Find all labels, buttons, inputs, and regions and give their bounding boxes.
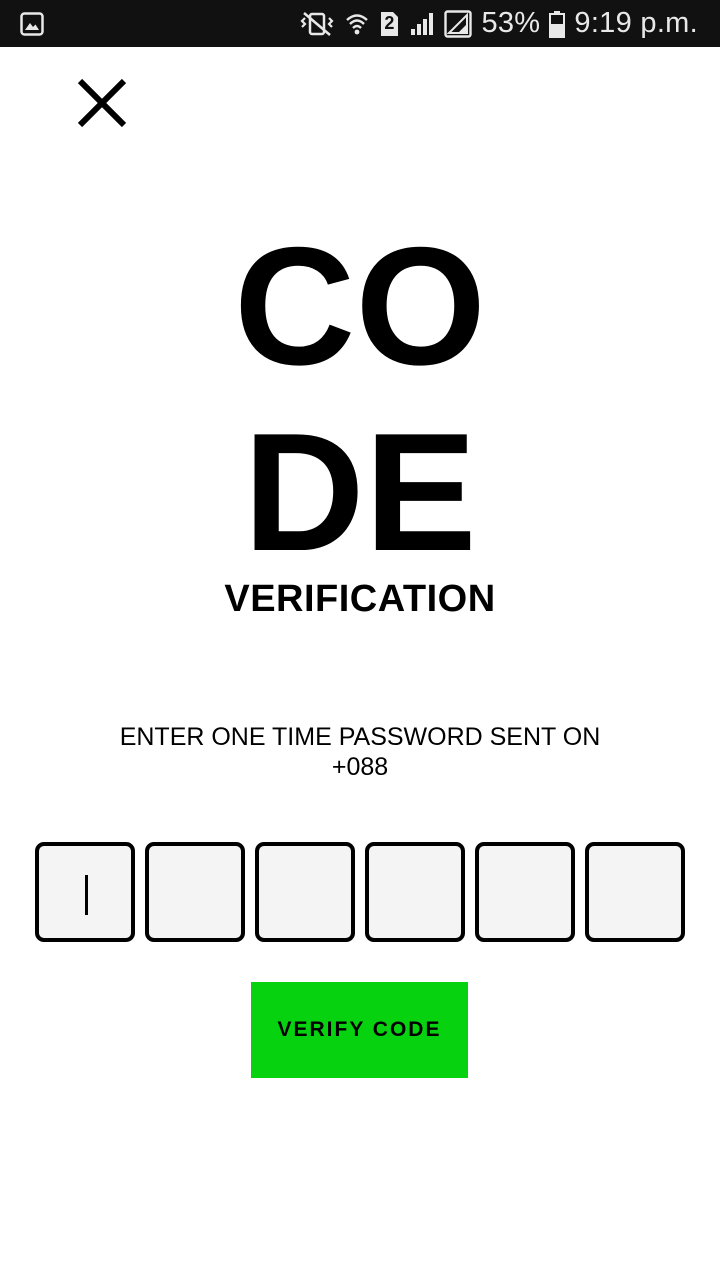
sim-slot-number: 2 [384, 12, 395, 33]
page-title-line-2: DE [243, 398, 477, 586]
otp-digit-5[interactable] [475, 842, 575, 942]
otp-digit-2[interactable] [145, 842, 245, 942]
close-button[interactable] [74, 75, 130, 131]
clock: 9:19 p.m. [574, 7, 698, 39]
phone-number: +088 [331, 753, 389, 781]
otp-prompt-text: ENTER ONE TIME PASSWORD SENT ON [119, 723, 601, 751]
otp-digit-1[interactable] [35, 842, 135, 942]
close-icon [77, 78, 127, 128]
gallery-icon [20, 12, 44, 36]
otp-digit-3[interactable] [255, 842, 355, 942]
otp-digit-4[interactable] [365, 842, 465, 942]
battery-percent: 53% [481, 7, 541, 39]
vibrate-icon [298, 11, 336, 37]
signal-icon [409, 11, 435, 37]
verify-code-button[interactable]: VERIFY CODE [251, 982, 468, 1078]
otp-digit-6[interactable] [585, 842, 685, 942]
otp-input-group [35, 842, 687, 942]
signal-icon [444, 9, 473, 38]
page-title-line-1: CO [234, 212, 486, 400]
wifi-icon [345, 11, 369, 37]
sim-2-badge-icon: 2 [378, 11, 400, 37]
otp-prompt: ENTER ONE TIME PASSWORD SENT ON +088 [0, 722, 720, 782]
status-icons: 2 53% 9:19 p.m. [298, 0, 698, 47]
status-bar: 2 53% 9:19 p.m. [0, 0, 720, 47]
page-subtitle: VERIFICATION [224, 578, 496, 620]
battery-icon [549, 10, 566, 38]
text-cursor [85, 875, 88, 915]
